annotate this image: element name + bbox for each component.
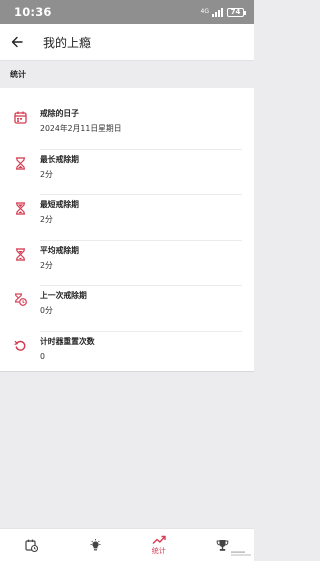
stat-row-shortest: 最短戒除期 2分 bbox=[0, 195, 254, 241]
nav-stats[interactable]: 统计 bbox=[127, 529, 191, 561]
trending-up-icon bbox=[152, 535, 166, 544]
trophy-icon bbox=[216, 539, 229, 551]
calendar-clock-icon bbox=[25, 539, 39, 552]
stat-value: 0分 bbox=[40, 306, 53, 315]
bottom-nav: 统计 bbox=[0, 528, 254, 561]
stat-label: 最长戒除期 bbox=[40, 154, 79, 164]
stat-row-longest: 最长戒除期 2分 bbox=[0, 150, 254, 196]
stat-label: 计时器重置次数 bbox=[40, 336, 95, 346]
section-header: 统计 bbox=[0, 60, 254, 88]
stat-label: 最短戒除期 bbox=[40, 200, 79, 209]
stat-row-resets: 计时器重置次数 0 bbox=[0, 332, 254, 378]
signal-icon bbox=[212, 7, 223, 17]
lightbulb-icon bbox=[90, 538, 101, 550]
stat-value: 2024年2月11日星期日 bbox=[40, 124, 122, 133]
reset-icon bbox=[13, 340, 25, 351]
back-button[interactable] bbox=[0, 24, 34, 60]
status-time: 10:36 bbox=[14, 5, 52, 19]
stat-row-average: 平均戒除期 2分 bbox=[0, 241, 254, 287]
stat-row-abstinence-date: 戒除的日子 2024年2月11日星期日 bbox=[0, 104, 254, 150]
nav-stats-label: 统计 bbox=[151, 546, 166, 555]
status-bar: 10:36 4G 74 bbox=[0, 0, 254, 24]
stat-label: 上一次戒除期 bbox=[40, 291, 87, 300]
battery-icon: 74 bbox=[227, 7, 246, 17]
stat-label: 戒除的日子 bbox=[40, 109, 79, 118]
hourglass-icon bbox=[15, 202, 25, 215]
arrow-left-icon bbox=[11, 36, 23, 48]
app-bar: 我的上瘾 bbox=[0, 24, 254, 60]
stat-value: 2分 bbox=[40, 260, 53, 270]
stat-row-last: 上一次戒除期 0分 bbox=[0, 286, 254, 332]
stat-value: 0 bbox=[40, 351, 45, 361]
stat-value: 2分 bbox=[40, 215, 53, 224]
stat-label: 平均戒除期 bbox=[40, 245, 79, 255]
page-title: 我的上瘾 bbox=[43, 35, 92, 50]
network-type: 4G bbox=[200, 8, 209, 15]
stat-value: 2分 bbox=[40, 169, 53, 179]
nav-tips[interactable] bbox=[64, 529, 128, 561]
battery-level: 74 bbox=[230, 7, 241, 16]
stats-card: 戒除的日子 2024年2月11日星期日 最长戒除期 2分 最短戒除期 2分 平均… bbox=[0, 88, 254, 372]
hourglass-icon bbox=[15, 247, 25, 261]
section-title: 统计 bbox=[10, 70, 26, 79]
status-indicators: 4G 74 bbox=[200, 7, 246, 17]
hourglass-icon bbox=[15, 156, 25, 170]
calendar-icon bbox=[13, 111, 27, 124]
watermark bbox=[230, 550, 252, 559]
nav-timer[interactable] bbox=[0, 529, 64, 561]
hourglass-clock-icon bbox=[14, 293, 27, 306]
watermark-logo bbox=[230, 550, 252, 558]
